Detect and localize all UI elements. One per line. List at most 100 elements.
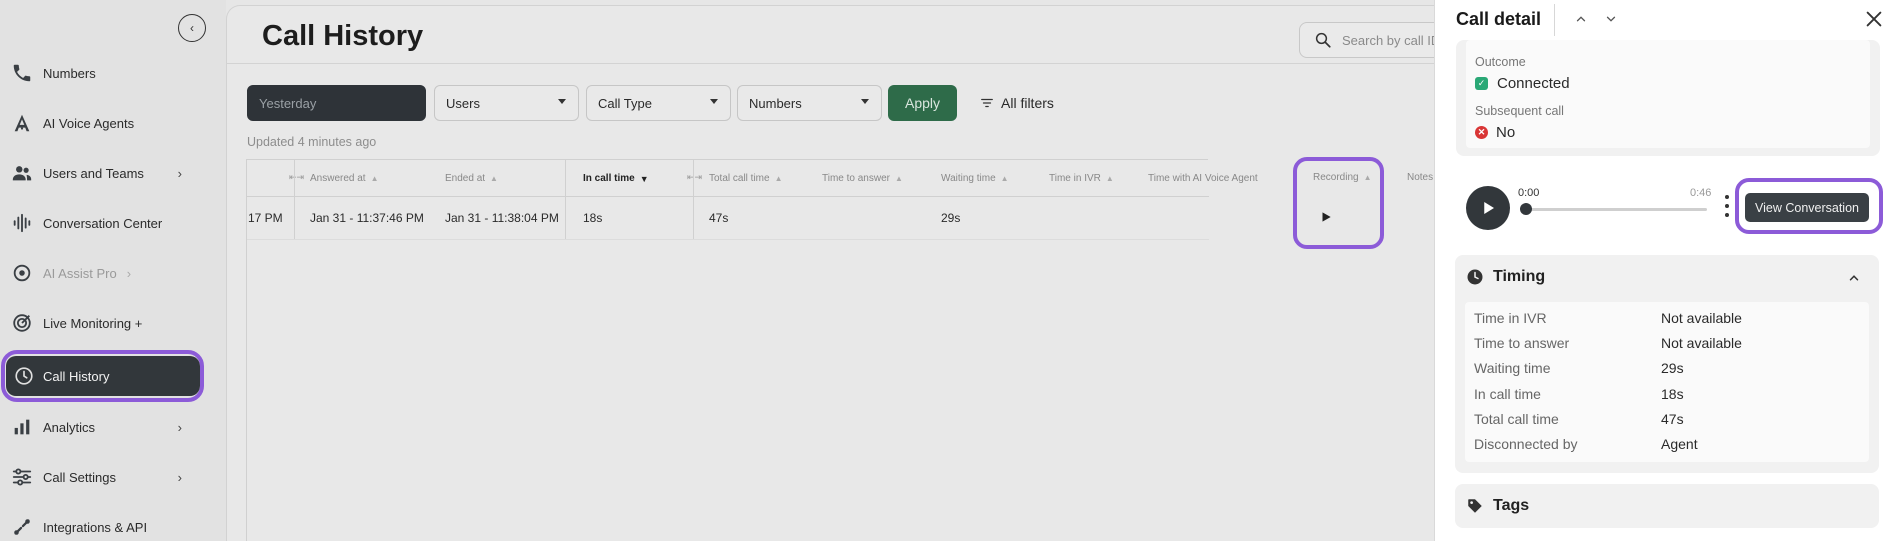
column-label: Notes (1407, 172, 1433, 183)
column-divider (693, 160, 694, 240)
cell-in-call-time: 18s (583, 211, 603, 225)
page-title: Call History (262, 20, 424, 52)
collapse-sidebar-button[interactable]: ‹ (178, 14, 206, 42)
panel-title: Call detail (1456, 9, 1542, 29)
sort-desc-icon: ▼ (639, 173, 649, 184)
chevron-left-icon: ‹ (190, 21, 194, 35)
column-notes[interactable]: Notes (1407, 159, 1433, 196)
all-filters-label: All filters (1001, 95, 1054, 111)
highlight-ring (1735, 178, 1883, 234)
users-filter[interactable]: Users (434, 85, 579, 121)
sidebar-item-conversation-center[interactable]: Conversation Center (2, 202, 202, 244)
sidebar-item-numbers[interactable]: Numbers (2, 52, 202, 94)
subsequent-call-label: Subsequent call (1475, 104, 1564, 118)
call-history-table: ⇤⇥ Answered at ▲ Ended at ▲ In call time ▼ … (246, 159, 1258, 541)
date-filter[interactable]: Yesterday (247, 85, 426, 121)
cell-total-call-time: 47s (709, 211, 729, 225)
column-label: In call time (583, 173, 635, 184)
sidebar: ‹ Numbers AI Voice Agents Users and Team… (0, 0, 226, 541)
column-label: Time with AI Voice Agent (1148, 173, 1258, 184)
expand-column-icon[interactable]: ⇤⇥ (687, 172, 702, 183)
column-ended-at[interactable]: Ended at ▲ (445, 160, 498, 197)
outcome-card: Outcome ✓ Connected Subsequent call ✕ No (1456, 40, 1880, 156)
player-duration: 0:46 (1690, 187, 1712, 199)
player-thumb[interactable] (1520, 203, 1532, 215)
sidebar-item-label: Analytics (43, 419, 96, 435)
sidebar-item-label: Conversation Center (43, 215, 163, 231)
no-icon: ✕ (1475, 126, 1488, 139)
sidebar-item-label: Live Monitoring + (43, 315, 143, 331)
numbers-filter[interactable]: Numbers (737, 85, 882, 121)
filter-icon (981, 98, 993, 108)
sidebar-item-analytics[interactable]: Analytics › (2, 406, 202, 448)
more-options-icon[interactable] (1722, 195, 1732, 217)
phone-icon (2, 62, 42, 84)
caret-down-icon (710, 99, 718, 104)
all-filters-button[interactable]: All filters (980, 85, 1054, 121)
column-total-call-time[interactable]: Total call time ▲ (709, 160, 783, 197)
ai-assist-icon (2, 262, 42, 284)
call-detail-panel: Call detail Outcome ✓ Connected Subseque… (1434, 0, 1895, 541)
chevron-right-icon: › (126, 265, 132, 281)
chevron-right-icon: › (177, 419, 182, 435)
connected-icon: ✓ (1475, 77, 1488, 90)
sidebar-item-label: AI Assist Pro (43, 265, 117, 281)
expand-column-icon[interactable]: ⇤⇥ (289, 172, 304, 183)
cell-ended-at: Jan 31 - 11:38:04 PM (445, 211, 559, 225)
chevron-right-icon: › (177, 469, 182, 485)
subsequent-call-value: ✕ No (1475, 124, 1515, 141)
highlight-ring (1, 350, 204, 402)
sidebar-item-label: Integrations & API (43, 519, 148, 535)
table-header: ⇤⇥ Answered at ▲ Ended at ▲ In call time ▼ … (247, 160, 1258, 197)
sidebar-item-users-and-teams[interactable]: Users and Teams › (2, 152, 202, 194)
updated-text: Updated 4 minutes ago (247, 135, 377, 149)
sidebar-item-ai-voice-agents[interactable]: AI Voice Agents (2, 102, 202, 144)
call-type-filter[interactable]: Call Type (586, 85, 731, 121)
sidebar-item-label: Numbers (43, 65, 96, 81)
sidebar-item-integrations[interactable]: Integrations & API (2, 506, 202, 541)
sort-icon: ▲ (1000, 174, 1009, 183)
sort-icon: ▲ (370, 174, 379, 183)
column-in-call-time[interactable]: In call time ▼ (583, 160, 649, 197)
sidebar-item-ai-assist-pro[interactable]: AI Assist Pro › (2, 252, 202, 294)
column-label: Time to answer (822, 173, 890, 184)
column-answered-at[interactable]: Answered at ▲ (310, 160, 379, 197)
column-divider (565, 160, 566, 240)
close-icon[interactable] (1863, 8, 1885, 30)
search-icon (1315, 32, 1331, 48)
caret-down-icon (558, 99, 566, 104)
sort-icon: ▲ (894, 174, 903, 183)
outcome-label: Outcome (1475, 55, 1526, 69)
sort-icon: ▲ (1105, 174, 1114, 183)
column-waiting-time[interactable]: Waiting time ▲ (941, 160, 1009, 197)
search-placeholder: Search by call ID (1342, 32, 1441, 48)
subsequent-call-value-text: No (1496, 124, 1516, 141)
sidebar-item-live-monitoring[interactable]: Live Monitoring + (2, 302, 202, 344)
chevron-down-icon (1606, 16, 1616, 22)
sidebar-item-label: AI Voice Agents (43, 115, 135, 131)
next-call-button[interactable] (1601, 9, 1621, 29)
column-time-in-ivr[interactable]: Time in IVR ▲ (1049, 160, 1114, 197)
sidebar-item-call-settings[interactable]: Call Settings › (2, 456, 202, 498)
previous-call-button[interactable] (1571, 9, 1591, 29)
column-label: Ended at (445, 173, 486, 184)
outcome-value-text: Connected (1497, 75, 1570, 92)
chevron-up-icon (1576, 16, 1586, 22)
column-divider (294, 160, 295, 240)
ai-agent-icon (2, 112, 42, 134)
player-track[interactable] (1523, 208, 1707, 211)
row-divider (247, 239, 1209, 240)
monitoring-icon (2, 312, 42, 334)
search-input[interactable]: Search by call ID (1299, 22, 1449, 58)
column-label: Total call time (709, 173, 770, 184)
column-time-to-answer[interactable]: Time to answer ▲ (822, 160, 903, 197)
users-icon (2, 162, 42, 184)
play-button[interactable] (1466, 186, 1510, 230)
column-label: Waiting time (941, 173, 996, 184)
player-current-time: 0:00 (1518, 187, 1540, 199)
users-filter-label: Users (446, 95, 480, 111)
column-time-with-ai[interactable]: Time with AI Voice Agent (1148, 160, 1258, 197)
sort-icon: ▲ (774, 174, 783, 183)
apply-button[interactable]: Apply (888, 85, 957, 121)
date-filter-value: Yesterday (259, 95, 317, 111)
